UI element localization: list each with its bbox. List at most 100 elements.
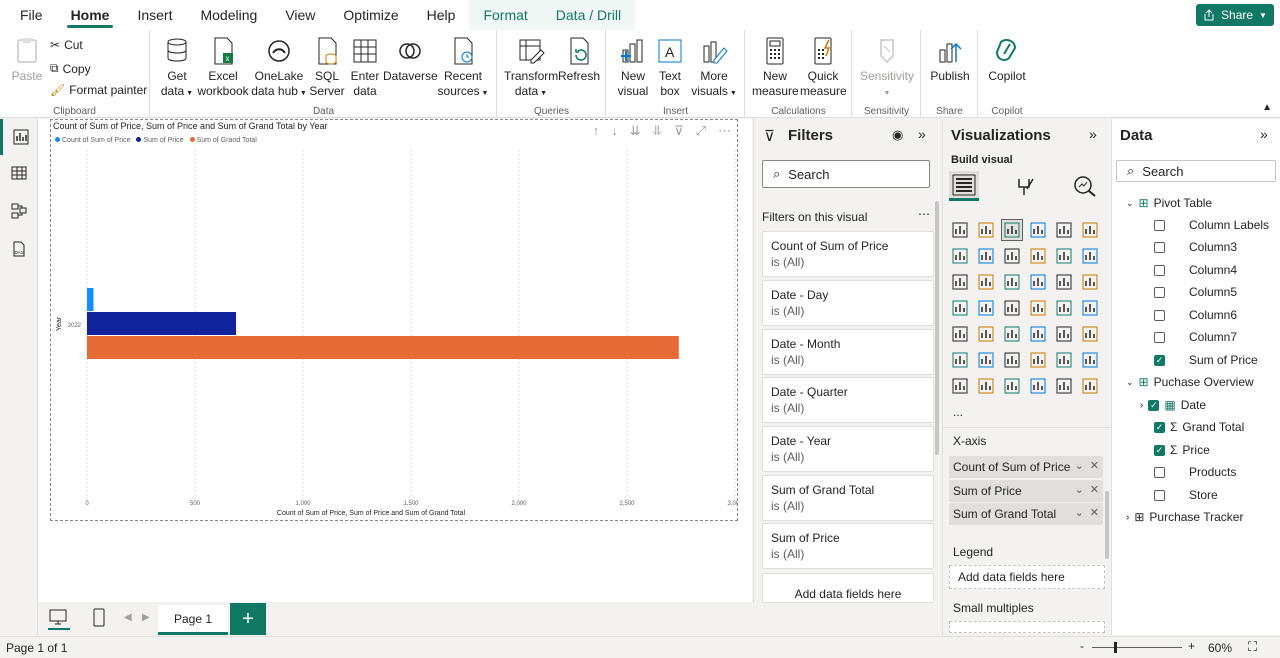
table-view-button[interactable] [0, 155, 38, 191]
viz-type-100-stacked-area-icon[interactable] [1027, 245, 1049, 267]
field-sum-of-price[interactable]: ✓ Sum of Price [1154, 351, 1258, 369]
onelake-data-hub-button[interactable]: OneLake data hub ▼ [251, 36, 307, 101]
sql-server-button[interactable]: SQL Server [309, 36, 345, 99]
field-column3[interactable]: Column3 [1154, 238, 1237, 256]
collapse-ribbon-icon[interactable]: ▲ [1262, 102, 1272, 113]
viz-type-decomposition-tree-icon[interactable] [1001, 349, 1023, 371]
report-canvas[interactable]: Count of Sum of Price, Sum of Price and … [38, 119, 752, 602]
report-view-button[interactable] [0, 119, 38, 155]
viz-type-chevron-icon[interactable] [1079, 375, 1101, 397]
format-painter-button[interactable]: 🖌 Format painter [50, 83, 147, 97]
viz-type-key-influencers-icon[interactable] [975, 349, 997, 371]
filter-card-date-quarter[interactable]: Date - Quarter is (All) [762, 377, 934, 423]
viz-type-power-automate-icon[interactable] [1001, 375, 1023, 397]
filter-card-date-year[interactable]: Date - Year is (All) [762, 426, 934, 472]
viz-type-stacked-bar-icon[interactable] [949, 219, 971, 241]
viz-type-gauge-icon[interactable] [1053, 297, 1075, 319]
field-checkbox-checked[interactable]: ✓ [1154, 354, 1165, 366]
viz-type-scatter-icon[interactable] [1027, 271, 1049, 293]
chevron-right-icon[interactable]: › [1126, 512, 1129, 523]
viz-type-line-icon[interactable] [949, 245, 971, 267]
chevron-down-icon[interactable]: ⌄ [1075, 459, 1084, 472]
filter-card-date-month[interactable]: Date - Month is (All) [762, 329, 934, 375]
viz-type-kpi-icon[interactable] [975, 323, 997, 345]
zoom-level[interactable]: 60% [1208, 641, 1232, 655]
viz-type-power-apps-icon[interactable] [975, 375, 997, 397]
viz-type-waterfall-icon[interactable] [975, 271, 997, 293]
copy-button[interactable]: ⧉ Copy [50, 61, 91, 76]
viz-type-metrics-icon[interactable] [1027, 375, 1049, 397]
field-checkbox[interactable] [1154, 331, 1165, 343]
viz-type-matrix-icon[interactable] [1053, 323, 1075, 345]
more-visuals-button[interactable]: More visuals ▼ [689, 36, 739, 101]
field-checkbox[interactable] [1154, 241, 1165, 253]
analytics-tab[interactable] [1073, 175, 1097, 200]
viz-type-stacked-area-icon[interactable] [1001, 245, 1023, 267]
field-checkbox[interactable] [1154, 489, 1165, 501]
fit-to-page-icon[interactable]: ⛶ [1248, 639, 1257, 655]
viz-type-clustered-column-icon[interactable] [1027, 219, 1049, 241]
filter-card-sum-of-price[interactable]: Sum of Price is (All) [762, 523, 934, 569]
add-page-button[interactable]: + [230, 603, 266, 635]
menu-help[interactable]: Help [413, 0, 470, 30]
field-column4[interactable]: Column4 [1154, 261, 1237, 279]
field-column-labels[interactable]: Column Labels [1154, 216, 1269, 234]
field-grand-total[interactable]: ✓ Σ Grand Total [1154, 418, 1244, 436]
dax-query-view-button[interactable]: DAX [0, 231, 38, 267]
field-price[interactable]: ✓ Σ Price [1154, 441, 1210, 459]
viz-type-card-icon[interactable] [1079, 297, 1101, 319]
viz-type-multi-row-card-icon[interactable] [949, 323, 971, 345]
viz-type-table-icon[interactable] [1027, 323, 1049, 345]
excel-workbook-button[interactable]: x Excel workbook [195, 36, 251, 99]
legend-drop-zone[interactable]: Add data fields here [949, 565, 1105, 589]
model-view-button[interactable] [0, 193, 38, 229]
more-visuals-icon[interactable]: ... [953, 405, 963, 419]
recent-sources-button[interactable]: Recent sources ▼ [437, 36, 489, 101]
viz-type-clustered-bar-icon[interactable] [1001, 219, 1023, 241]
chevron-down-icon[interactable]: ⌄ [1075, 483, 1084, 496]
text-box-button[interactable]: A Text box [653, 36, 687, 99]
viz-type-100-stacked-column-icon[interactable] [1079, 219, 1101, 241]
filters-search-input[interactable]: ⌕ Search [762, 160, 930, 188]
field-store[interactable]: Store [1154, 486, 1218, 504]
menu-optimize[interactable]: Optimize [329, 0, 412, 30]
menu-view[interactable]: View [271, 0, 329, 30]
viz-type-slicer-icon[interactable] [1001, 323, 1023, 345]
viz-type-filled-map-icon[interactable] [1001, 297, 1023, 319]
viz-type-map-icon[interactable] [975, 297, 997, 319]
new-measure-button[interactable]: New measure [752, 36, 799, 99]
prev-page-icon[interactable]: ◀ [124, 612, 132, 623]
add-filter-fields-drop-zone[interactable]: Add data fields here [762, 573, 934, 603]
filter-card-count-of-sum-of-price[interactable]: Count of Sum of Price is (All) [762, 231, 934, 277]
collapse-visualizations-icon[interactable]: » [1089, 126, 1097, 142]
filter-card-date-day[interactable]: Date - Day is (All) [762, 280, 934, 326]
viz-type-treemap-icon[interactable] [949, 297, 971, 319]
zoom-in-button[interactable]: + [1188, 639, 1195, 653]
desktop-view-icon[interactable] [48, 608, 70, 630]
collapse-data-icon[interactable]: » [1260, 126, 1268, 142]
close-icon[interactable]: ✕ [1090, 483, 1099, 496]
menu-modeling[interactable]: Modeling [186, 0, 271, 30]
viz-type-ribbon-icon[interactable] [949, 271, 971, 293]
close-icon[interactable]: ✕ [1090, 459, 1099, 472]
x-axis-field-count-of-sum-of-price[interactable]: Count of Sum of Price ⌄ ✕ [949, 456, 1103, 478]
chevron-down-icon[interactable]: ⌄ [1126, 377, 1134, 388]
dataverse-button[interactable]: Dataverse [383, 36, 438, 84]
format-visual-tab[interactable] [1013, 175, 1037, 200]
viz-type-paginated-report-icon[interactable] [949, 375, 971, 397]
zoom-slider[interactable] [1092, 642, 1182, 653]
field-checkbox-checked[interactable]: ✓ [1154, 421, 1165, 433]
viz-type-python-visual-icon[interactable] [949, 349, 971, 371]
get-data-button[interactable]: Get data ▼ [157, 36, 197, 101]
close-icon[interactable]: ✕ [1090, 506, 1099, 519]
viz-type-trophy-icon[interactable] [1079, 349, 1101, 371]
field-column7[interactable]: Column7 [1154, 328, 1237, 346]
x-axis-field-sum-of-price[interactable]: Sum of Price ⌄ ✕ [949, 480, 1103, 502]
viz-type-azure-map-icon[interactable] [1027, 297, 1049, 319]
more-options-icon[interactable]: ⋯ [918, 207, 930, 221]
field-checkbox[interactable] [1154, 286, 1165, 298]
viz-type-area-icon[interactable] [975, 245, 997, 267]
zoom-slider-thumb[interactable] [1114, 642, 1117, 653]
mobile-view-icon[interactable] [92, 608, 106, 631]
viz-type-funnel-icon[interactable] [1001, 271, 1023, 293]
